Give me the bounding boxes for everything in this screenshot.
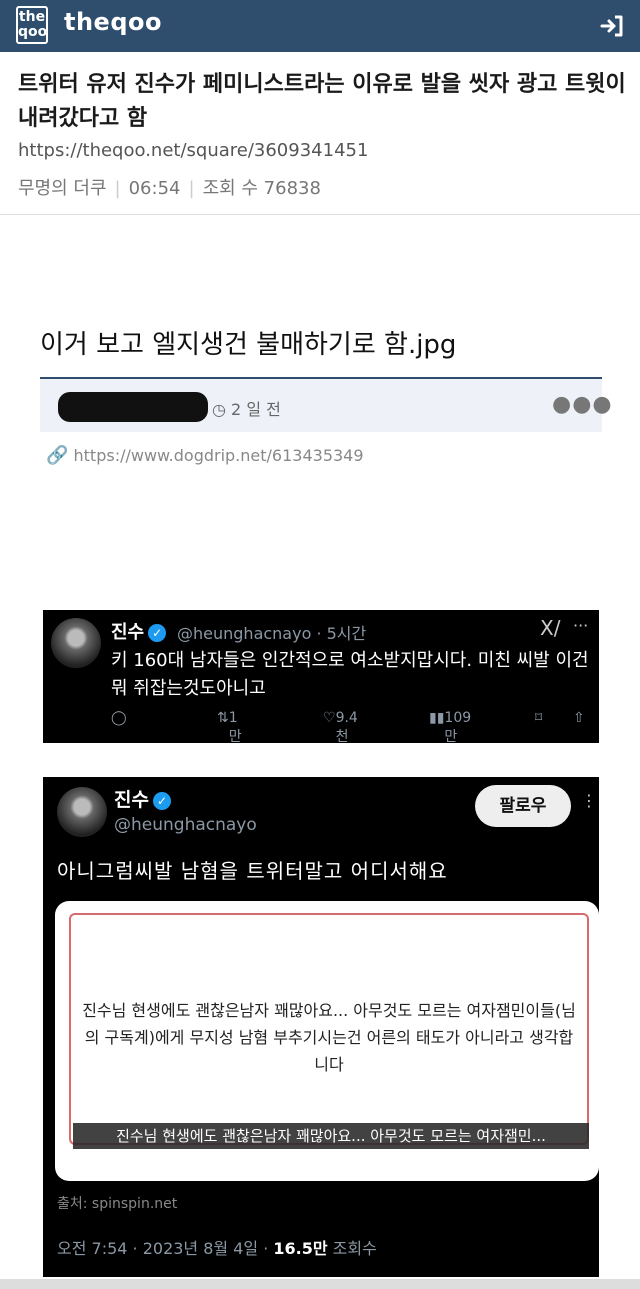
post-url[interactable]: https://theqoo.net/square/3609341451 — [18, 140, 368, 161]
post-author: 무명의 더쿠 — [18, 178, 107, 199]
link-icon: 🔗 — [46, 445, 69, 466]
post-time: 06:54 — [128, 178, 181, 199]
like-count: ♡ 9.4천 — [323, 710, 358, 745]
share-icon: ⇧ — [573, 710, 585, 726]
bookmark-icon: ⌑ — [535, 710, 543, 726]
bottom-band — [0, 1279, 640, 1289]
follow-button: 팔로우 — [475, 785, 571, 827]
content-title: 이거 보고 엘지생건 불매하기로 함.jpg — [40, 330, 457, 360]
meta-divider: | — [114, 178, 121, 199]
retweet-count: ⇅ 1만 — [217, 710, 242, 745]
post-views: 조회 수 76838 — [202, 178, 321, 199]
source-link-url[interactable]: https://www.dogdrip.net/613435349 — [74, 446, 364, 465]
tweet-screenshot-1: 진수 ✓ @heunghacnayo · 5시간 X/ ··· 키 160대 남자… — [43, 610, 599, 745]
post-meta: 무명의 더쿠 | 06:54 | 조회 수 76838 — [18, 174, 321, 200]
avatar — [57, 787, 107, 837]
embedded-screenshot: 진수님 현생에도 괜찮은남자 꽤많아요... 아무것도 모르는 여자잼민이들(님… — [55, 901, 599, 1181]
source-link[interactable]: 🔗 https://www.dogdrip.net/613435349 — [46, 445, 364, 466]
meta-divider: | — [188, 178, 195, 199]
tweet-text: 키 160대 남자들은 인간적으로 여소받지맙시다. 미친 씨발 이건 뭐 쥐잡… — [111, 650, 589, 699]
tweet-author-name: 진수 ✓ — [111, 618, 167, 644]
verified-badge-icon: ✓ — [148, 624, 167, 642]
avatar — [51, 618, 101, 668]
site-logo[interactable]: the qoo — [16, 6, 48, 44]
source-time-ago: ◷ 2 일 전 — [212, 400, 281, 419]
more-options-icon[interactable]: ●●● — [552, 392, 613, 417]
embedded-caption: 진수님 현생에도 괜찮은남자 꽤많아요... 아무것도 모르는 여자잼민... — [73, 1123, 589, 1149]
top-bar: the qoo theqoo — [0, 0, 640, 52]
grok-icon: X/ — [540, 616, 561, 640]
tweet-footer: 오전 7:54 · 2023년 8월 4일 · 16.5만 조회수 — [57, 1239, 377, 1258]
tweet-text: 아니그럼씨발 남혐을 트위터말고 어디서해요 — [57, 859, 448, 883]
redacted-author — [58, 392, 208, 422]
embedded-message-text: 진수님 현생에도 괜찮은남자 꽤많아요... 아무것도 모르는 여자잼민이들(님… — [82, 1001, 576, 1074]
site-name[interactable]: theqoo — [64, 8, 162, 36]
login-arrow-icon[interactable] — [598, 12, 626, 40]
tweet-author-name: 진수 ✓ — [114, 785, 171, 812]
tweet-more-icon: ··· — [573, 616, 589, 635]
tweet-handle: @heunghacnayo — [114, 815, 257, 835]
image-source: 출처: spinspin.net — [57, 1196, 178, 1212]
clock-icon: ◷ — [212, 400, 232, 419]
verified-badge-icon: ✓ — [152, 791, 171, 810]
tweet-screenshot-2: 진수 ✓ @heunghacnayo 팔로우 ⋮ 아니그럼씨발 남혐을 트위터말고… — [43, 777, 599, 1277]
post-title: 트위터 유저 진수가 페미니스트라는 이유로 발을 씻자 광고 트윗이 내려갔다… — [18, 72, 626, 131]
view-count: ▮▮ 109만 — [429, 710, 472, 745]
header-divider — [0, 214, 640, 215]
reply-icon: ◯ — [111, 710, 127, 726]
tweet-more-icon: ⋮ — [581, 791, 597, 810]
tweet-handle: @heunghacnayo · 5시간 — [177, 624, 367, 643]
